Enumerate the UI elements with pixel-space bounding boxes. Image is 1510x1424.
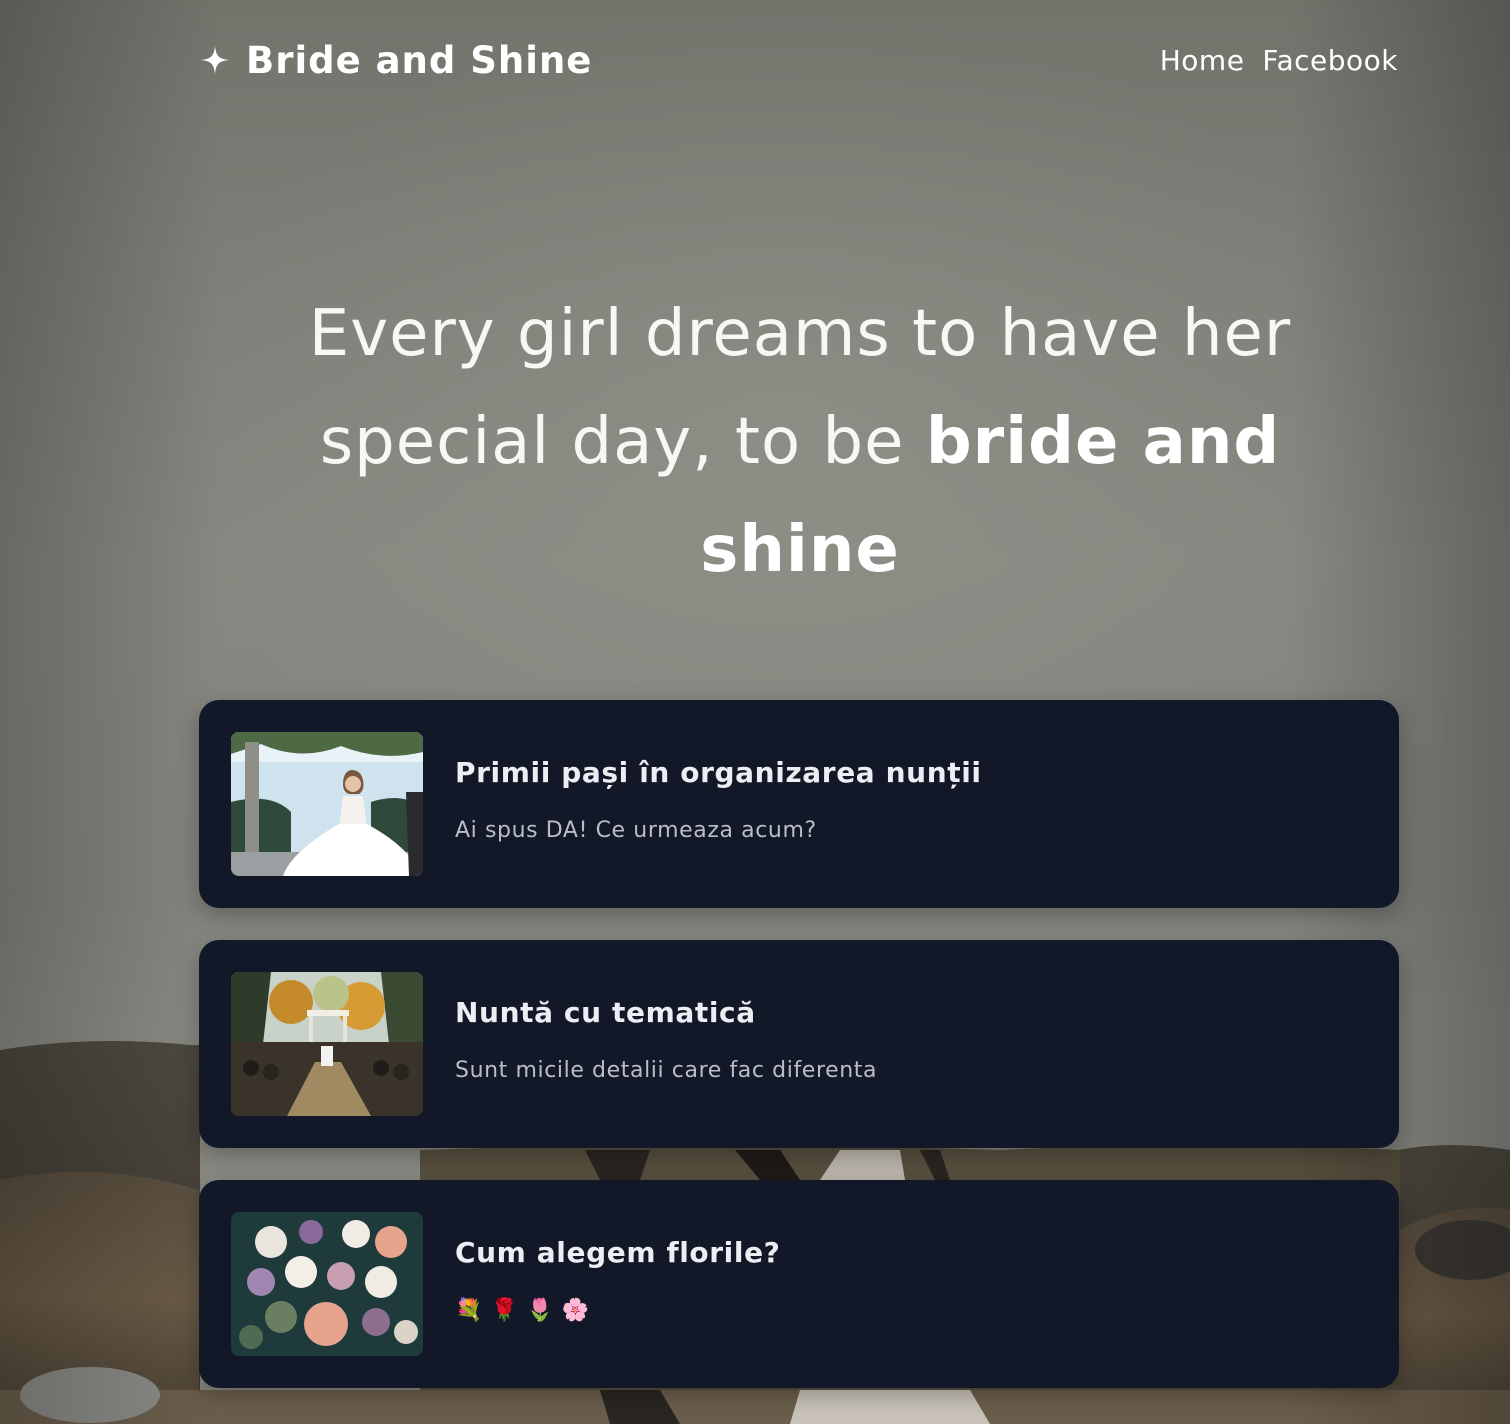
post-list: Primii pași în organizarea nunții Ai spu… xyxy=(199,700,1399,1420)
post-card[interactable]: Cum alegem florile? 💐 🌹 🌷 🌸 xyxy=(199,1180,1399,1388)
post-subtitle: Sunt micile detalii care fac diferenta xyxy=(455,1058,878,1083)
post-thumbnail-ceremony xyxy=(231,972,423,1116)
post-subtitle-emoji: 💐 🌹 🌷 🌸 xyxy=(455,1298,590,1323)
sparkle-icon xyxy=(201,46,229,74)
post-title[interactable]: Primii pași în organizarea nunții xyxy=(455,756,982,789)
post-card[interactable]: Nuntă cu tematică Sunt micile detalii ca… xyxy=(199,940,1399,1148)
post-title[interactable]: Nuntă cu tematică xyxy=(455,996,756,1029)
post-thumbnail-bouquet xyxy=(231,1212,423,1356)
post-title[interactable]: Cum alegem florile? xyxy=(455,1236,781,1269)
post-card[interactable]: Primii pași în organizarea nunții Ai spu… xyxy=(199,700,1399,908)
nav-link-facebook[interactable]: Facebook xyxy=(1262,44,1398,77)
brand-name: Bride and Shine xyxy=(246,38,593,82)
post-thumbnail-bride xyxy=(231,732,423,876)
nav-link-home[interactable]: Home xyxy=(1160,44,1245,77)
brand-logo-link[interactable]: Bride and Shine xyxy=(200,39,592,82)
main-nav: Home Facebook xyxy=(1160,44,1398,77)
hero-heading: Every girl dreams to have her special da… xyxy=(230,280,1370,604)
site-header: Bride and Shine Home Facebook xyxy=(200,30,1398,90)
post-subtitle: Ai spus DA! Ce urmeaza acum? xyxy=(455,818,817,843)
